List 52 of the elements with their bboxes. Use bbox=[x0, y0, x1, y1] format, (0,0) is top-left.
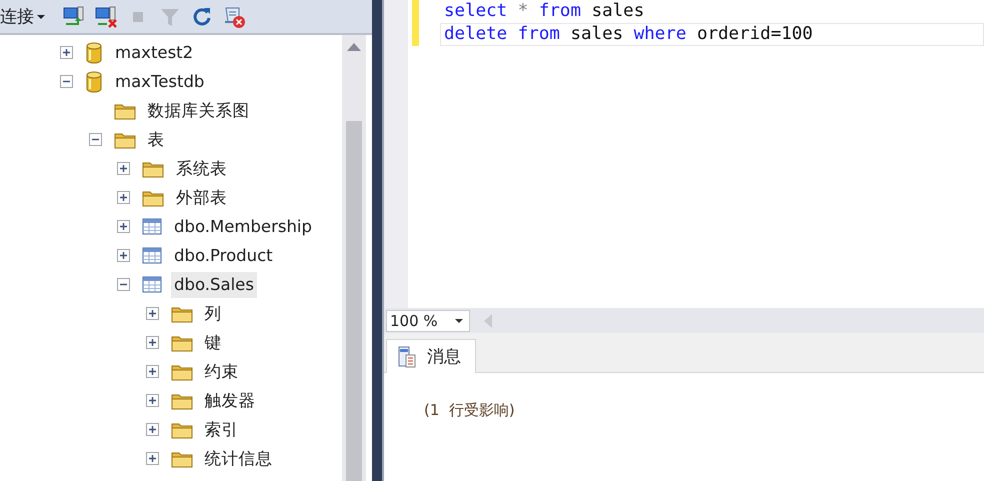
database-icon bbox=[85, 42, 103, 64]
expand-icon[interactable] bbox=[117, 249, 130, 262]
refresh-icon bbox=[191, 6, 213, 28]
expand-icon[interactable] bbox=[146, 307, 158, 320]
collapse-icon[interactable] bbox=[117, 278, 130, 291]
tree-item[interactable]: 外部表 bbox=[173, 184, 230, 210]
script-icon bbox=[223, 6, 245, 28]
tree-item[interactable]: maxtest2 bbox=[112, 40, 196, 66]
tree-item[interactable]: dbo.Sales bbox=[171, 272, 257, 298]
code-line[interactable]: select * from sales bbox=[440, 0, 984, 23]
tree-item[interactable]: 系统表 bbox=[173, 156, 230, 182]
tree-item[interactable]: 表 bbox=[144, 126, 168, 152]
caret-icon bbox=[37, 14, 45, 18]
expand-icon[interactable] bbox=[60, 46, 73, 59]
connect-dropdown-button[interactable]: 连接 bbox=[0, 5, 49, 28]
collapse-icon[interactable] bbox=[60, 75, 73, 88]
collapse-icon[interactable] bbox=[88, 133, 102, 146]
tree-item[interactable]: 约束 bbox=[202, 358, 242, 384]
toolbar-button[interactable] bbox=[93, 4, 119, 30]
tree-item[interactable]: 触发器 bbox=[202, 388, 258, 414]
tree-item[interactable]: dbo.Product bbox=[171, 242, 276, 268]
tree-item[interactable]: 数据库关系图 bbox=[144, 98, 252, 124]
expand-icon[interactable] bbox=[117, 220, 130, 233]
disconnect-icon bbox=[95, 6, 117, 28]
expand-icon[interactable] bbox=[146, 365, 158, 378]
tree-item[interactable]: dbo.Membership bbox=[171, 214, 315, 240]
expand-icon[interactable] bbox=[146, 452, 158, 465]
expand-icon[interactable] bbox=[146, 423, 158, 436]
database-icon bbox=[85, 70, 103, 92]
result-message: (1 行受影响) bbox=[424, 401, 515, 419]
expand-icon[interactable] bbox=[146, 336, 158, 349]
table-icon bbox=[142, 217, 162, 236]
tree-item[interactable]: maxTestdb bbox=[112, 68, 208, 94]
tree-item[interactable]: 键 bbox=[202, 330, 224, 356]
expand-icon[interactable] bbox=[117, 191, 130, 204]
scrollbar[interactable] bbox=[342, 35, 366, 481]
code-editor[interactable]: select * from sales delete from sales where orderid=100 bbox=[384, 0, 984, 308]
tree-item[interactable]: 列 bbox=[202, 300, 224, 326]
scrollbar-thumb[interactable] bbox=[346, 121, 362, 481]
messages-icon bbox=[397, 346, 417, 368]
pane-splitter[interactable] bbox=[372, 0, 384, 481]
caret-icon bbox=[455, 318, 463, 322]
table-icon bbox=[142, 275, 162, 294]
expand-icon[interactable] bbox=[117, 162, 130, 175]
messages-tab[interactable]: 消息 bbox=[386, 339, 476, 373]
scroll-up-arrow-icon[interactable] bbox=[347, 43, 361, 51]
tree-item[interactable]: 索引 bbox=[202, 416, 242, 442]
table-icon bbox=[142, 246, 162, 265]
zoom-dropdown[interactable]: 100 % bbox=[386, 310, 470, 332]
expand-icon[interactable] bbox=[146, 394, 158, 407]
tree-item[interactable]: 统计信息 bbox=[202, 446, 276, 472]
connect-icon bbox=[63, 6, 85, 28]
